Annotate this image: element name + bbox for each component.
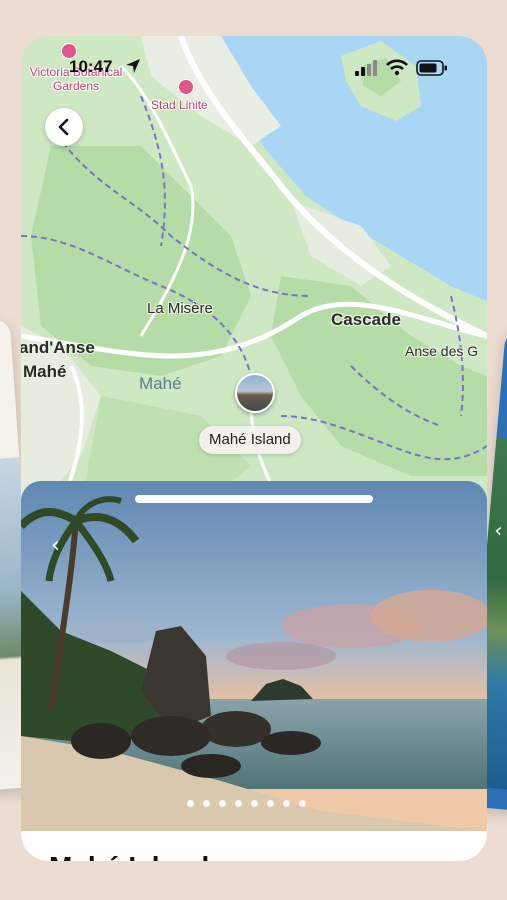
- place-label-la-misere: La Misère: [147, 300, 213, 317]
- place-title: Mahé Island: [49, 851, 209, 861]
- carousel-dot[interactable]: [283, 800, 290, 807]
- status-time: 10:47: [69, 57, 113, 76]
- detail-sheet[interactable]: ‹: [21, 481, 487, 861]
- wifi-icon: [386, 59, 408, 76]
- carousel-dot[interactable]: [235, 800, 242, 807]
- place-label-anse-des: Anse des G: [405, 343, 479, 359]
- poi-label-stad-linite[interactable]: Stad Linite: [151, 98, 208, 112]
- place-label-grand-anse: and'Anse: [21, 338, 95, 357]
- place-label-mahe-town: Mahé: [23, 362, 67, 381]
- carousel-dot[interactable]: [203, 800, 210, 807]
- carousel-dot[interactable]: [299, 800, 306, 807]
- status-bar: 10:47: [21, 36, 487, 96]
- photo-carousel[interactable]: ‹: [21, 481, 487, 831]
- map-view[interactable]: Victoria Botanical Gardens Stad Linite L…: [21, 36, 487, 506]
- battery-icon: [416, 60, 447, 76]
- chevron-left-icon: [58, 118, 69, 136]
- carousel-dot[interactable]: [219, 800, 226, 807]
- beach-photo[interactable]: [21, 481, 487, 831]
- sheet-grabber[interactable]: [135, 495, 373, 503]
- region-label-mahe: Mahé: [139, 374, 182, 393]
- carousel-dots[interactable]: [187, 800, 306, 807]
- location-marker-label[interactable]: Mahé Island: [199, 426, 301, 454]
- carousel-dot[interactable]: [267, 800, 274, 807]
- chevron-left-icon[interactable]: ‹: [51, 533, 60, 558]
- location-marker[interactable]: [235, 373, 275, 413]
- place-label-cascade: Cascade: [331, 310, 401, 329]
- phone-card: Victoria Botanical Gardens Stad Linite L…: [21, 36, 487, 861]
- carousel-dot[interactable]: [187, 800, 194, 807]
- carousel-dot[interactable]: [251, 800, 258, 807]
- cellular-signal-icon: [355, 60, 377, 76]
- back-button[interactable]: [45, 108, 83, 146]
- location-arrow-icon: [126, 59, 140, 73]
